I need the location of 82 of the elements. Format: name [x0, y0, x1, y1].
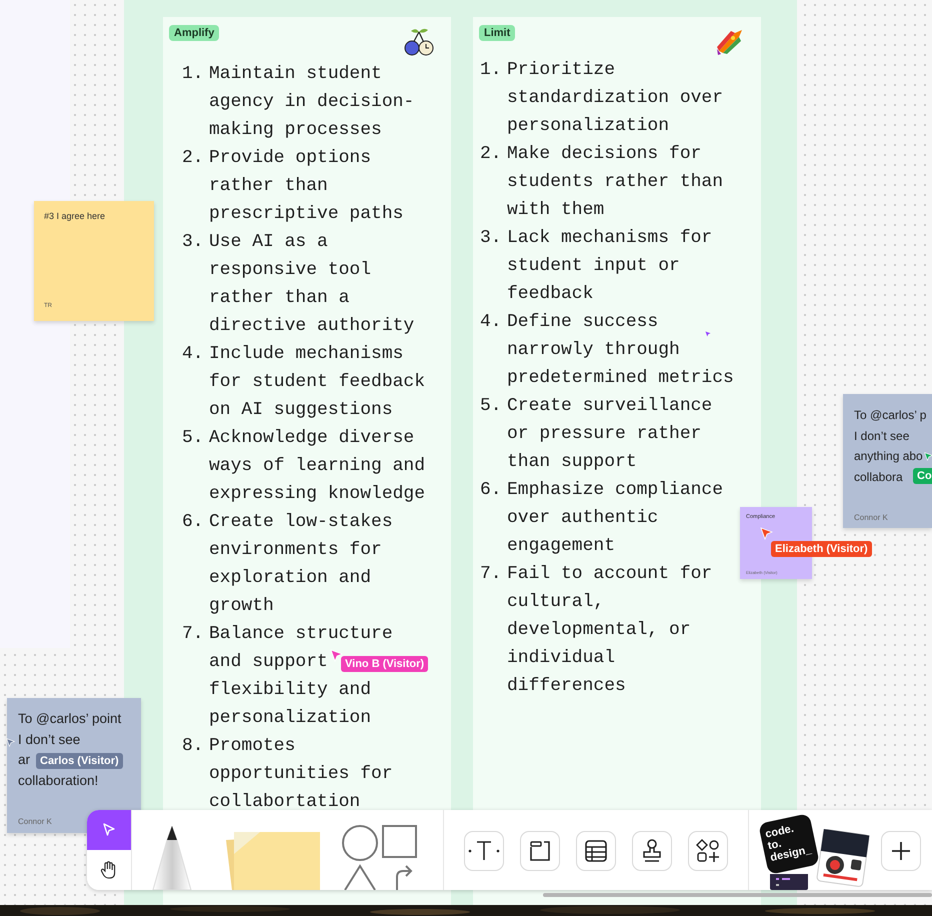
- list-item-text: with them: [507, 199, 604, 222]
- list-number: 2.: [182, 147, 205, 170]
- list-number: 3.: [182, 231, 205, 254]
- list-number: 3.: [480, 227, 503, 250]
- list-item-text: rather than a: [209, 287, 350, 310]
- list-item-text: narrowly through: [507, 339, 680, 362]
- list-item-text: personalization: [507, 115, 670, 138]
- list-item-text: cultural,: [507, 591, 604, 614]
- list-item-text: Emphasize compliance: [507, 479, 724, 502]
- list-item-text: agency in decision-: [209, 91, 414, 114]
- list-item-text: making processes: [209, 119, 382, 142]
- list-item-text: over authentic: [507, 507, 658, 530]
- list-item-text: Acknowledge diverse: [209, 427, 414, 450]
- list-item-text: ways of learning and: [209, 455, 426, 478]
- list-number: 5.: [480, 395, 503, 418]
- note-text: collaboration!: [18, 772, 98, 790]
- note-text: I don’t see: [18, 730, 80, 748]
- column-tag: Limit: [479, 25, 516, 41]
- list-item-text: developmental, or: [507, 619, 691, 642]
- list-item-text: growth: [209, 595, 274, 618]
- list-number: 6.: [182, 511, 205, 534]
- list-number: 6.: [480, 479, 503, 502]
- list-item-text: Promotes: [209, 735, 296, 758]
- list-item-text: Create surveillance: [507, 395, 712, 418]
- list-number: 2.: [480, 143, 503, 166]
- list-item-text: Prioritize: [507, 59, 616, 82]
- note-text: To @carlos’ p: [854, 407, 926, 424]
- list-item-text: Include mechanisms: [209, 343, 404, 366]
- list-item-text: standardization over: [507, 87, 724, 110]
- list-item-text: Use AI as a: [209, 231, 328, 254]
- list-item-text: Define success: [507, 311, 658, 334]
- list-item-text: and support: [209, 651, 328, 674]
- list-item-text: feedback: [507, 283, 594, 306]
- list-item-text: engagement: [507, 535, 616, 558]
- list-number: 1.: [480, 59, 503, 82]
- note-text: #3 I agree here: [44, 211, 106, 221]
- cursor-label: Elizabeth (Visitor): [771, 541, 872, 557]
- list-item-text: responsive tool: [209, 259, 372, 282]
- column-tag: Amplify: [169, 25, 220, 41]
- list-number: 7.: [480, 563, 503, 586]
- list-item-text: than support: [507, 451, 637, 474]
- list-number: 7.: [182, 623, 205, 646]
- list-item-text: individual: [507, 647, 616, 670]
- list-item-text: Fail to account for: [507, 563, 712, 586]
- list-item-text: rather than: [209, 175, 328, 198]
- list-item-text: on AI suggestions: [209, 399, 393, 422]
- list-item-text: opportunities for: [209, 763, 393, 786]
- list-number: 8.: [182, 735, 205, 758]
- note-author: Connor K: [854, 512, 888, 524]
- list-item-text: Lack mechanisms for: [507, 227, 712, 250]
- list-number: 4.: [480, 311, 503, 334]
- list-item-text: student input or: [507, 255, 680, 278]
- list-item-text: Create low-stakes: [209, 511, 393, 534]
- list-item-text: Provide options: [209, 147, 372, 170]
- list-number: 1.: [182, 63, 205, 86]
- list-item-text: directive authority: [209, 315, 414, 338]
- list-item-text: personalization: [209, 707, 372, 730]
- list-item-text: predetermined metrics: [507, 367, 734, 390]
- list-item-text: Make decisions for: [507, 143, 702, 166]
- cursor-label: Carlos (Visitor): [36, 753, 123, 769]
- list-item-text: students rather than: [507, 171, 724, 194]
- list-item-text: flexibility and: [209, 679, 372, 702]
- list-item-text: expressing knowledge: [209, 483, 426, 506]
- note-text: I don’t see: [854, 428, 910, 444]
- list-item-text: prescriptive paths: [209, 203, 404, 226]
- list-item-text: or pressure rather: [507, 423, 702, 446]
- list-item-text: for student feedback: [209, 371, 426, 394]
- cursor-label: Vino B (Visitor): [341, 656, 428, 672]
- note-text: ar: [18, 751, 30, 769]
- list-item-text: Maintain student: [209, 63, 382, 86]
- list-item-text: environments for: [209, 539, 382, 562]
- list-item-text: collabortation: [209, 791, 360, 814]
- note-text: To @carlos’ point: [18, 710, 122, 728]
- note-text: anything abo: [854, 448, 923, 465]
- cursor-label: Co: [913, 468, 932, 484]
- list-item-text: Balance structure: [209, 623, 393, 646]
- list-item-text: exploration and: [209, 567, 372, 590]
- list-item-text: differences: [507, 675, 626, 698]
- note-text: collabora: [854, 468, 903, 486]
- list-number: 5.: [182, 427, 205, 450]
- list-number: 4.: [182, 343, 205, 366]
- note-author: Connor K: [18, 816, 52, 828]
